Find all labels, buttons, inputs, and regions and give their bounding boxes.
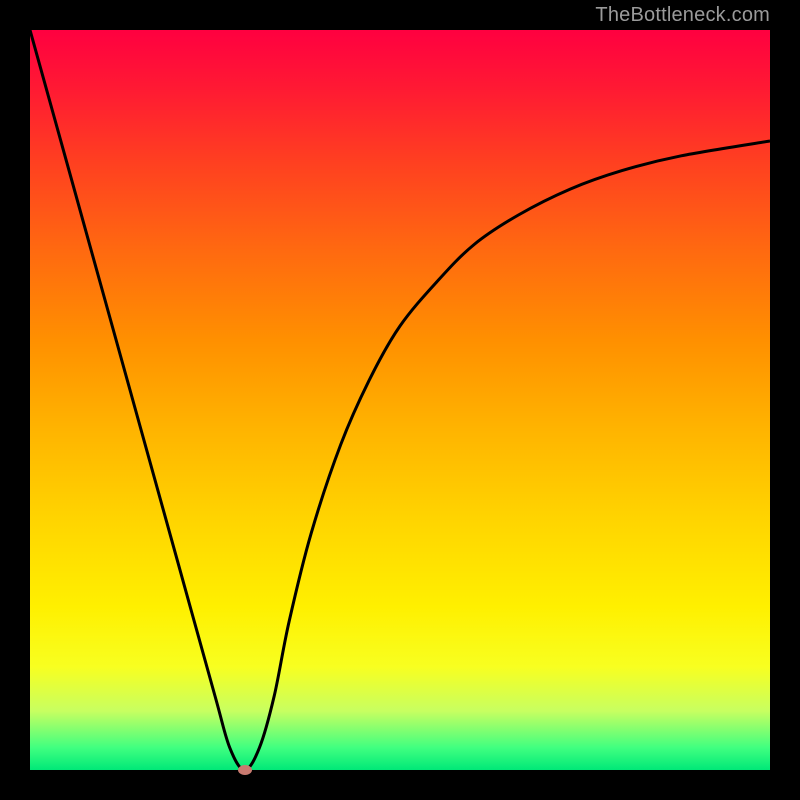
optimum-marker: [238, 765, 252, 775]
watermark-text: TheBottleneck.com: [595, 4, 770, 27]
bottleneck-curve: [30, 30, 770, 770]
chart-frame: TheBottleneck.com: [0, 0, 800, 800]
curve-svg: [30, 30, 770, 770]
plot-area: [30, 30, 770, 770]
